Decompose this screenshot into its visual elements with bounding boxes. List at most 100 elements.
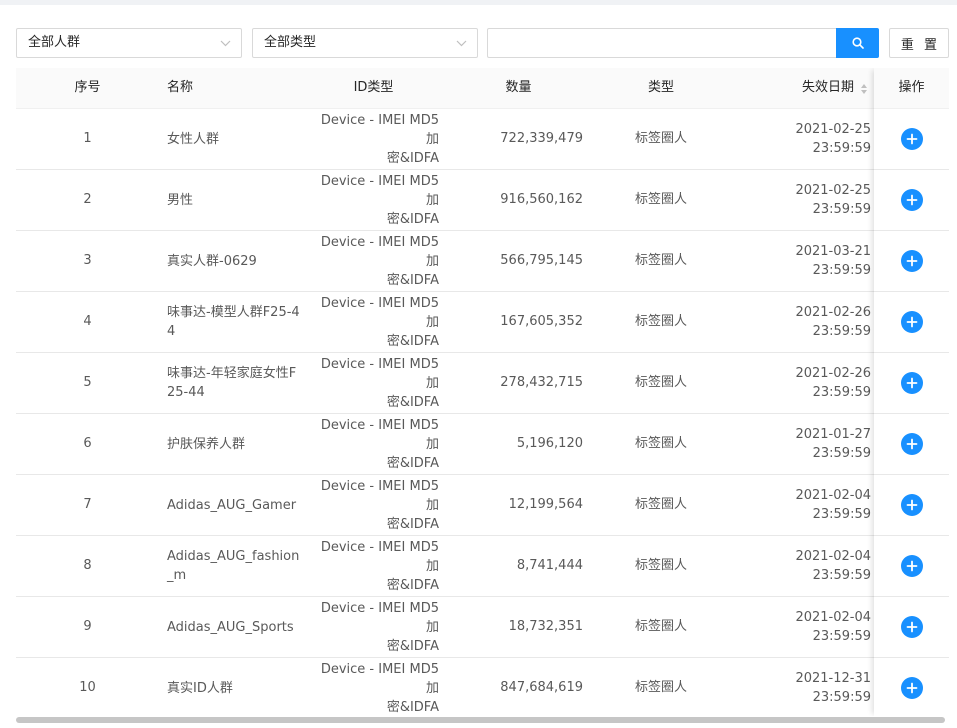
row-name-text: 护肤保养人群 [167,436,246,452]
add-button[interactable] [900,250,923,272]
row-count: 8,741,444 [516,558,583,573]
type-select[interactable]: 全部类型 [252,28,478,58]
row-type: 标签圈人 [634,314,687,329]
row-id-type-line1: Device - IMEI MD5加 [320,539,439,574]
plus-circle-icon [906,377,918,389]
add-button[interactable] [900,494,923,516]
action-cell [874,475,949,536]
filter-bar: 全部人群 全部类型 重 置 [16,28,949,58]
row-name: 护肤保养人群 [167,414,302,474]
horizontal-scrollbar[interactable] [16,717,945,723]
header-count: 数量 [505,80,532,95]
search-icon [851,37,864,49]
row-expire: 2021-01-27 23:59:59 [756,414,871,474]
audience-select[interactable]: 全部人群 [16,28,242,58]
row-id-type: Device - IMEI MD5加 密&IDFA [308,292,439,352]
add-button[interactable] [900,128,923,150]
table-row: 4 味事达-模型人群F25-44 Device - IMEI MD5加 密&IDFA 1… [16,292,949,353]
action-cell [874,292,949,353]
row-expire-time: 23:59:59 [812,324,871,339]
row-index: 3 [83,253,92,268]
row-expire: 2021-02-04 23:59:59 [756,597,871,657]
row-id-type-line1: Device - IMEI MD5加 [320,173,439,208]
row-id-type-line2: 密&IDFA [386,150,439,166]
header-type: 类型 [647,80,674,95]
row-id-type-line1: Device - IMEI MD5加 [320,234,439,269]
table-row: 9 Adidas_AUG_Sports Device - IMEI MD5加 密&ID… [16,597,949,658]
plus-circle-icon [906,499,918,511]
action-cell [874,231,949,292]
add-button[interactable] [900,433,923,455]
plus-circle-icon [906,560,918,572]
add-button[interactable] [900,555,923,577]
plus-circle-icon [906,194,918,206]
row-count: 18,732,351 [508,619,583,634]
row-expire: 2021-02-26 23:59:59 [756,292,871,352]
row-name: 味事达-模型人群F25-44 [167,292,302,352]
row-expire-time: 23:59:59 [812,629,871,644]
reset-button[interactable]: 重 置 [889,28,949,58]
row-type: 标签圈人 [634,436,687,451]
row-count: 5,196,120 [516,436,583,451]
table-row: 1 女性人群 Device - IMEI MD5加 密&IDFA 722,339,479… [16,109,949,170]
row-name: 真实ID人群 [167,658,302,716]
row-type: 标签圈人 [634,253,687,268]
action-cell [874,536,949,597]
row-type: 标签圈人 [634,619,687,634]
row-expire-time: 23:59:59 [812,507,871,522]
audience-table: 序号 名称 ID类型 数量 类型 失效日期 1 女性人群 Device - IMEI… [16,68,949,716]
row-expire-time: 23:59:59 [812,263,871,278]
row-expire-date: 2021-02-25 [795,183,871,198]
header-id-type: ID类型 [353,80,394,95]
row-name-text: 真实ID人群 [167,680,233,696]
row-count: 12,199,564 [508,497,583,512]
add-button[interactable] [900,311,923,333]
header-expire[interactable]: 失效日期 [756,68,854,108]
row-expire-date: 2021-02-04 [795,549,871,564]
row-name: 男性 [167,170,302,230]
row-name-text: 味事达-模型人群F25-44 [167,305,300,339]
add-button[interactable] [900,677,923,699]
row-id-type-line1: Device - IMEI MD5加 [320,295,439,330]
row-id-type-line2: 密&IDFA [386,577,439,593]
plus-circle-icon [906,133,918,145]
row-name-text: 味事达-年轻家庭女性F25-44 [167,366,297,400]
add-button[interactable] [900,616,923,638]
row-count: 847,684,619 [500,680,583,695]
add-button[interactable] [900,189,923,211]
row-id-type-line2: 密&IDFA [386,638,439,654]
row-name-text: 男性 [167,192,194,208]
row-expire-date: 2021-02-04 [795,488,871,503]
row-id-type-line2: 密&IDFA [386,394,439,410]
chevron-down-icon [220,29,231,57]
type-select-value: 全部类型 [264,35,317,50]
row-expire-date: 2021-02-04 [795,610,871,625]
row-id-type: Device - IMEI MD5加密&IDFA [308,597,439,657]
table-row: 3 真实人群-0629 Device - IMEI MD5加 密&IDFA 566,79… [16,231,949,292]
row-id-type-line1: Device - IMEI MD5加 [320,417,439,452]
search-button[interactable] [836,28,879,58]
action-cell [874,353,949,414]
action-cell [874,170,949,231]
row-id-type-line1: Device - IMEI MD5加 [320,112,439,147]
row-id-type-line1: Device - IMEI MD5加 [320,600,439,635]
action-column: 操作 [874,68,949,716]
row-expire: 2021-02-04 23:59:59 [756,536,871,596]
header-name: 名称 [167,80,194,95]
sort-icon[interactable] [860,83,868,99]
row-count: 566,795,145 [500,253,583,268]
row-expire-time: 23:59:59 [812,385,871,400]
search-input[interactable] [487,28,837,58]
row-index: 4 [83,314,92,329]
row-type: 标签圈人 [634,192,687,207]
add-button[interactable] [900,372,923,394]
row-id-type: Device - IMEI MD5加 密&IDFA [308,170,439,230]
plus-circle-icon [906,621,918,633]
row-name: 味事达-年轻家庭女性F25-44 [167,353,302,413]
row-type: 标签圈人 [634,680,687,695]
row-index: 1 [83,131,92,146]
row-expire-date: 2021-03-21 [795,244,871,259]
row-id-type-line1: Device - IMEI MD5加 [320,478,439,513]
table-header: 序号 名称 ID类型 数量 类型 失效日期 [16,68,949,109]
row-expire: 2021-02-04 23:59:59 [756,475,871,535]
